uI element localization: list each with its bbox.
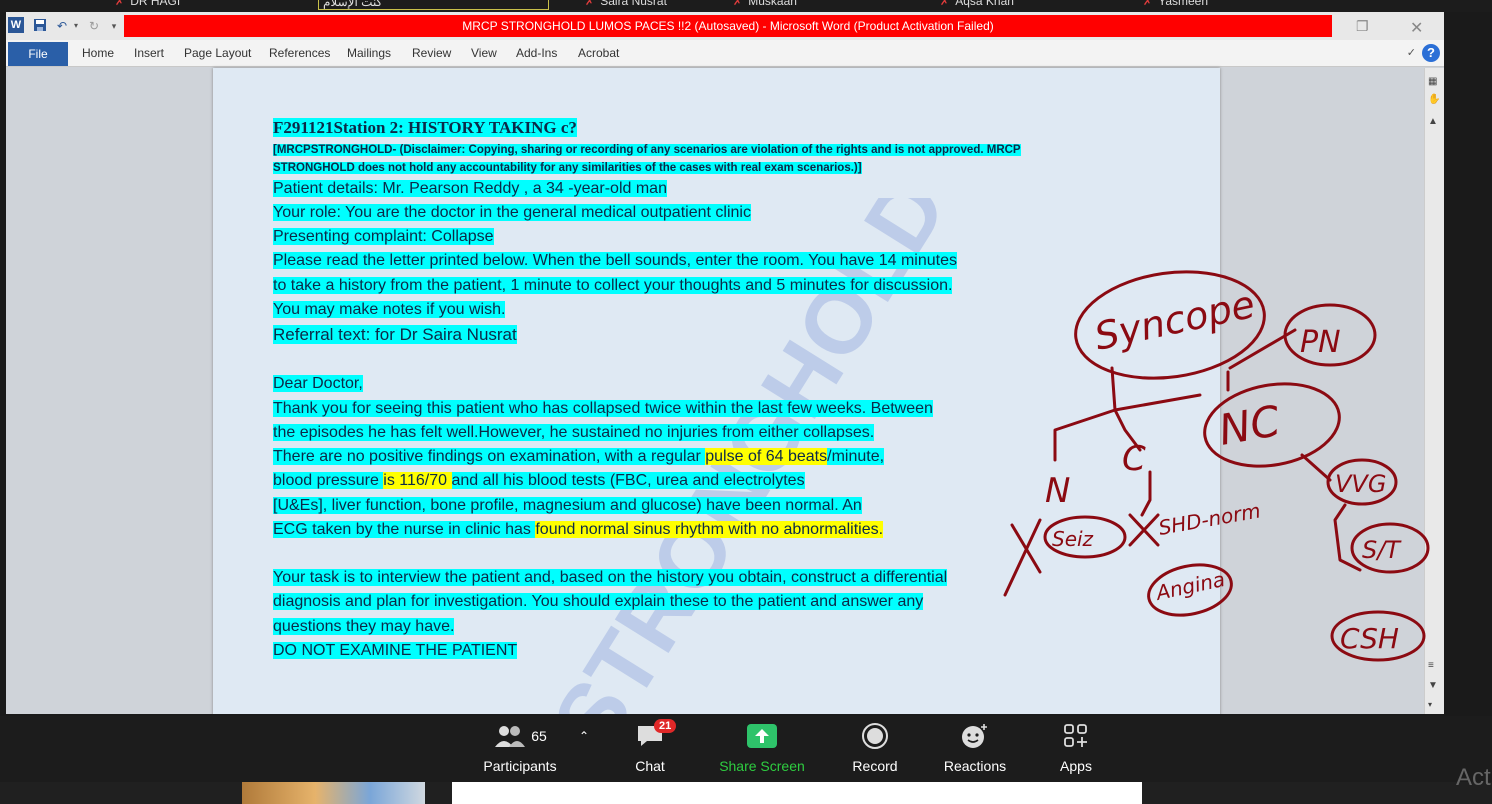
task-line: questions they may have. [273,618,455,635]
disclaimer-line: [MRCPSTRONGHOLD- (Disclaimer: Copying, s… [273,144,1021,156]
chevron-up-icon: ⌃ [578,729,590,743]
chat-unread-badge: 21 [654,719,677,733]
participant-tile[interactable]: كنت الإسلام [318,0,549,10]
record-label: Record [852,758,898,774]
video-thumbnail[interactable] [242,782,425,804]
mic-muted-icon: ✗ [940,0,950,8]
share-screen-icon [705,716,819,756]
activation-watermark: Act [1456,764,1491,791]
participant-tile[interactable]: ✗ Muskaan [733,0,797,8]
apps-label: Apps [1060,758,1092,774]
tab-mailings[interactable]: Mailings [347,46,391,60]
customize-toolbar-icon[interactable]: ▾ [106,18,122,34]
letter-line: ECG taken by the nurse in clinic has fou… [273,521,884,538]
mic-muted-icon: ✗ [115,0,125,8]
letter-line: blood pressure is 116/70 and all his blo… [273,472,805,489]
participants-label: Participants [483,758,557,774]
instruction-line: Please read the letter printed below. Wh… [273,252,957,269]
chevron-down-icon[interactable]: ▾ [68,18,84,34]
participants-icon: 65 [470,716,570,756]
patient-details: Patient details: Mr. Pearson Reddy , a 3… [273,180,667,197]
chat-label: Chat [635,758,665,774]
apps-button[interactable]: Apps [1040,716,1112,782]
help-icon[interactable]: ? [1422,44,1440,62]
share-screen-button[interactable]: Share Screen [705,716,819,782]
letter-line: Thank you for seeing this patient who ha… [273,400,933,417]
tab-view[interactable]: View [471,46,497,60]
browse-object-icon[interactable]: ≡ [1428,660,1434,671]
task-line: Your task is to interview the patient an… [273,569,948,586]
participant-tile[interactable]: ✗ DR HAGI [115,0,180,8]
record-button[interactable]: Record [835,716,915,782]
referral-heading: Referral text: for Dr Saira Nusrat [273,325,517,344]
reactions-button[interactable]: Reactions [930,716,1020,782]
share-screen-label: Share Screen [719,758,805,774]
chat-icon [610,716,690,756]
meeting-toolbar: 65 Participants ⌃ Chat Share Screen Reco… [0,716,1492,782]
station-title: F291121Station 2: HISTORY TAKING c? [273,118,577,137]
vertical-scrollbar[interactable]: ▦ ✋ ▲ ≡ ▼ ▾ [1424,68,1444,714]
participants-count: 65 [531,728,547,744]
collapse-ribbon-icon[interactable]: ✓ [1407,46,1416,59]
complaint-line: Presenting complaint: Collapse [273,228,494,245]
record-icon [835,716,915,756]
window-title: MRCP STRONGHOLD LUMOS PACES !!2 (Autosav… [124,15,1332,37]
ruler-toggle-icon[interactable]: ▦ [1428,76,1437,87]
chat-button[interactable]: Chat [610,716,690,782]
ribbon-tabs: File Home Insert Page Layout References … [6,40,1444,67]
participant-tile[interactable]: ✗ Yasmeen [1143,0,1208,8]
title-bar: W ↶ ▾ ↻ ▾ MRCP STRONGHOLD LUMOS PACES !!… [6,12,1444,40]
pan-hand-icon[interactable]: ✋ [1428,94,1440,105]
mic-muted-icon: ✗ [1143,0,1153,8]
reactions-icon [930,716,1020,756]
letter-salutation: Dear Doctor, [273,375,363,392]
close-icon[interactable]: ✕ [1410,18,1423,38]
participant-tile[interactable]: ✗ Aqsa Khan [940,0,1014,8]
task-line: diagnosis and plan for investigation. Yo… [273,593,924,610]
word-window: W ↶ ▾ ↻ ▾ MRCP STRONGHOLD LUMOS PACES !!… [6,12,1444,714]
tab-insert[interactable]: Insert [134,46,164,60]
letter-line: [U&Es], liver function, bone profile, ma… [273,497,862,514]
tab-add-ins[interactable]: Add-Ins [516,46,557,60]
scroll-up-icon[interactable]: ▲ [1428,116,1438,127]
role-line: Your role: You are the doctor in the gen… [273,204,751,221]
save-icon[interactable] [32,18,48,34]
letter-line: There are no positive findings on examin… [273,448,885,465]
tab-page-layout[interactable]: Page Layout [184,46,251,60]
instruction-line: to take a history from the patient, 1 mi… [273,277,953,294]
mic-muted-icon: ✗ [585,0,595,8]
letter-line: the episodes he has felt well.However, h… [273,424,875,441]
word-logo-icon[interactable]: W [8,17,24,33]
next-page-icon[interactable]: ▾ [1428,700,1432,709]
participant-strip: ✗ DR HAGI كنت الإسلام ✗ Saira Nusrat ✗ Musk… [0,0,1492,12]
do-not-examine: DO NOT EXAMINE THE PATIENT [273,642,518,659]
participant-tile[interactable]: ✗ Saira Nusrat [585,0,667,8]
disclaimer-line: STRONGHOLD does not hold any accountabil… [273,162,862,174]
shared-window-preview [452,782,1142,804]
tab-review[interactable]: Review [412,46,451,60]
reactions-label: Reactions [943,758,1007,774]
participants-options-button[interactable]: ⌃ [574,716,594,782]
document-page[interactable]: STRONGHOLD PACES F291121Station 2: HISTO… [213,68,1220,714]
tab-references[interactable]: References [269,46,330,60]
mic-muted-icon: ✗ [733,0,743,8]
scroll-down-icon[interactable]: ▼ [1428,680,1438,691]
tab-file[interactable]: File [8,42,68,66]
participants-button[interactable]: 65 Participants [470,716,570,782]
tab-home[interactable]: Home [82,46,114,60]
restore-icon[interactable]: ❐ [1356,18,1369,35]
redo-icon[interactable]: ↻ [86,18,102,34]
apps-icon [1040,716,1112,756]
instruction-line: You may make notes if you wish. [273,301,506,318]
tab-acrobat[interactable]: Acrobat [578,46,619,60]
